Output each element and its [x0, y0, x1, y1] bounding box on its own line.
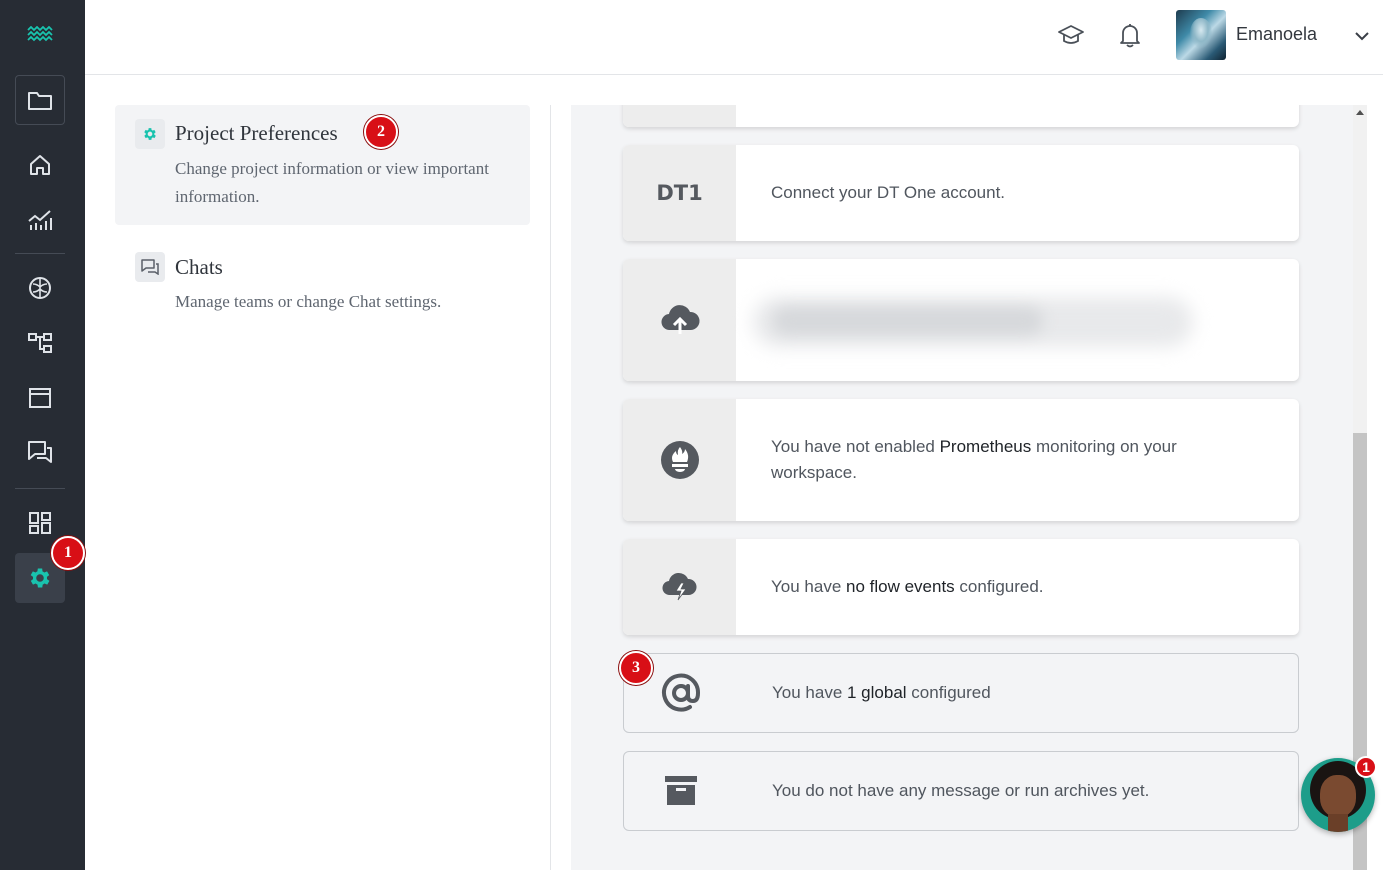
dashboard-icon — [29, 512, 51, 534]
home-button[interactable] — [15, 140, 65, 190]
text-segment: configured — [906, 683, 991, 702]
text-segment: You have not enabled — [771, 437, 940, 456]
projects-button[interactable] — [15, 75, 65, 125]
menu-item-title: Chats — [175, 255, 223, 279]
user-name[interactable]: Emanoela — [1236, 24, 1317, 45]
menu-item-title: Project Preferences — [175, 121, 338, 145]
card-icon-area — [623, 105, 736, 127]
menu-item-project-preferences[interactable]: Project Preferences Change project infor… — [115, 105, 530, 225]
flow-icon — [28, 333, 52, 353]
chat-icon — [141, 259, 159, 275]
chat-avatar-neck — [1328, 814, 1348, 832]
chat-avatar-face — [1320, 775, 1356, 817]
text-segment: You have — [772, 683, 847, 702]
card-text: You have 1 global configured — [772, 680, 1258, 706]
gear-icon — [144, 128, 156, 140]
card-icon-area — [624, 752, 737, 830]
scroll-up-arrow-icon[interactable] — [1356, 110, 1364, 115]
integration-card-globals[interactable]: You have 1 global configured — [623, 653, 1299, 733]
flows-button[interactable] — [15, 318, 65, 368]
rail-divider — [15, 488, 65, 489]
text-emphasis: no flow events — [846, 577, 955, 596]
integrations-panel: DT1 Connect your DT One account. You hav… — [571, 105, 1353, 870]
at-sign-icon — [661, 673, 700, 712]
graduation-cap-icon — [1058, 25, 1084, 44]
prometheus-icon — [660, 441, 699, 479]
left-nav-rail — [0, 0, 85, 870]
dt-one-logo-icon: DT1 — [656, 181, 703, 205]
step-badge-3: 3 — [619, 651, 653, 685]
ai-brain-button[interactable] — [15, 263, 65, 313]
chat-icon-box — [135, 252, 165, 282]
integration-card-flow-events[interactable]: You have no flow events configured. — [623, 539, 1299, 635]
app-logo[interactable] — [27, 26, 53, 42]
chat-unread-badge: 1 — [1355, 756, 1377, 778]
gear-icon-box — [135, 119, 165, 149]
menu-item-chats[interactable]: Chats Manage teams or change Chat settin… — [115, 238, 530, 328]
chevron-down-icon[interactable] — [1353, 27, 1371, 45]
chats-button[interactable] — [15, 427, 65, 477]
folder-icon — [28, 92, 52, 110]
integration-card-dt-one[interactable]: DT1 Connect your DT One account. — [623, 145, 1299, 241]
settings-icon — [30, 568, 50, 588]
card-text: You do not have any message or run archi… — [772, 781, 1150, 800]
integration-card-partial[interactable] — [623, 105, 1299, 127]
text-emphasis: Prometheus — [939, 437, 1032, 456]
redacted-text — [773, 307, 1043, 335]
text-segment: configured. — [954, 577, 1044, 596]
archive-box-icon — [664, 776, 697, 805]
text-emphasis: 1 global — [847, 683, 907, 702]
card-icon-area: DT1 — [623, 145, 736, 241]
text-segment: You have — [771, 577, 846, 596]
notifications-button[interactable] — [1115, 20, 1145, 50]
analytics-icon — [28, 210, 52, 230]
home-icon — [30, 155, 50, 175]
analytics-button[interactable] — [15, 195, 65, 245]
menu-item-description: Change project information or view impor… — [175, 159, 489, 206]
card-text: You have no flow events configured. — [771, 574, 1259, 600]
card-icon-area — [623, 259, 736, 381]
integration-card-archives[interactable]: You do not have any message or run archi… — [623, 751, 1299, 831]
integration-card-prometheus[interactable]: You have not enabled Prometheus monitori… — [623, 399, 1299, 521]
integration-card-upload[interactable] — [623, 259, 1299, 381]
bell-icon — [1120, 24, 1140, 48]
column-divider — [550, 105, 551, 870]
top-bar: Emanoela — [85, 0, 1383, 75]
card-text: You have not enabled Prometheus monitori… — [771, 434, 1259, 486]
brain-icon — [29, 277, 51, 299]
window-button[interactable] — [15, 373, 65, 423]
card-icon-area — [623, 539, 736, 635]
cloud-lightning-icon — [661, 572, 697, 601]
rail-divider — [15, 253, 65, 254]
card-icon-area — [623, 399, 736, 521]
menu-item-description: Manage teams or change Chat settings. — [175, 292, 442, 311]
chats-icon — [28, 441, 52, 463]
step-badge-1: 1 — [51, 536, 85, 570]
step-badge-2: 2 — [364, 115, 398, 149]
avatar[interactable] — [1176, 10, 1226, 60]
card-text: Connect your DT One account. — [771, 183, 1006, 202]
academy-button[interactable] — [1056, 20, 1086, 50]
window-icon — [29, 388, 51, 408]
cloud-upload-icon — [660, 305, 700, 334]
